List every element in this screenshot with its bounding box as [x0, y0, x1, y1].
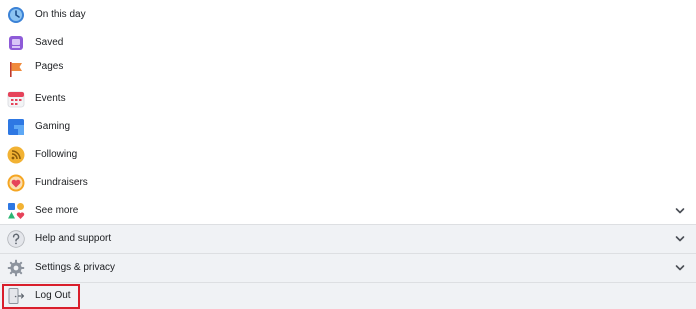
menu-item-help-and-support[interactable]: Help and support	[0, 225, 696, 253]
menu-item-label: Settings & privacy	[35, 262, 116, 273]
account-menu: On this day Saved Pages Events Gaming Fo…	[0, 0, 696, 309]
question-icon	[7, 230, 25, 248]
menu-item-gaming[interactable]: Gaming	[0, 116, 696, 138]
menu-item-see-more[interactable]: See more	[0, 200, 696, 222]
menu-item-following[interactable]: Following	[0, 144, 696, 166]
chevron-down-icon[interactable]	[675, 263, 685, 273]
menu-item-saved[interactable]: Saved	[0, 32, 696, 54]
menu-item-label: Help and support	[35, 233, 112, 244]
menu-item-label: Pages	[35, 61, 64, 72]
gaming-icon	[8, 119, 24, 135]
menu-item-label: Following	[35, 149, 78, 160]
menu-item-settings-and-privacy[interactable]: Settings & privacy	[0, 254, 696, 282]
clock-icon	[8, 7, 24, 23]
bookmark-icon	[9, 36, 23, 50]
rss-icon	[7, 146, 25, 164]
heart-icon	[7, 174, 25, 192]
flag-icon	[10, 62, 22, 77]
chevron-down-icon[interactable]	[675, 206, 685, 216]
menu-item-label: On this day	[35, 9, 86, 20]
logout-highlight-box	[2, 284, 80, 309]
menu-item-label: Gaming	[35, 121, 71, 132]
menu-item-fundraisers[interactable]: Fundraisers	[0, 172, 696, 194]
menu-item-log-out[interactable]: Log Out	[0, 283, 696, 309]
menu-item-label: Fundraisers	[35, 177, 88, 188]
menu-item-label: See more	[35, 205, 79, 216]
menu-item-on-this-day[interactable]: On this day	[0, 4, 696, 26]
shapes-icon	[8, 203, 25, 219]
menu-item-events[interactable]: Events	[0, 88, 696, 110]
chevron-down-icon[interactable]	[675, 234, 685, 244]
menu-item-label: Saved	[35, 37, 64, 48]
calendar-icon	[7, 91, 25, 108]
menu-item-pages[interactable]: Pages	[0, 56, 696, 78]
gear-icon	[7, 259, 25, 277]
menu-item-label: Events	[35, 93, 66, 104]
